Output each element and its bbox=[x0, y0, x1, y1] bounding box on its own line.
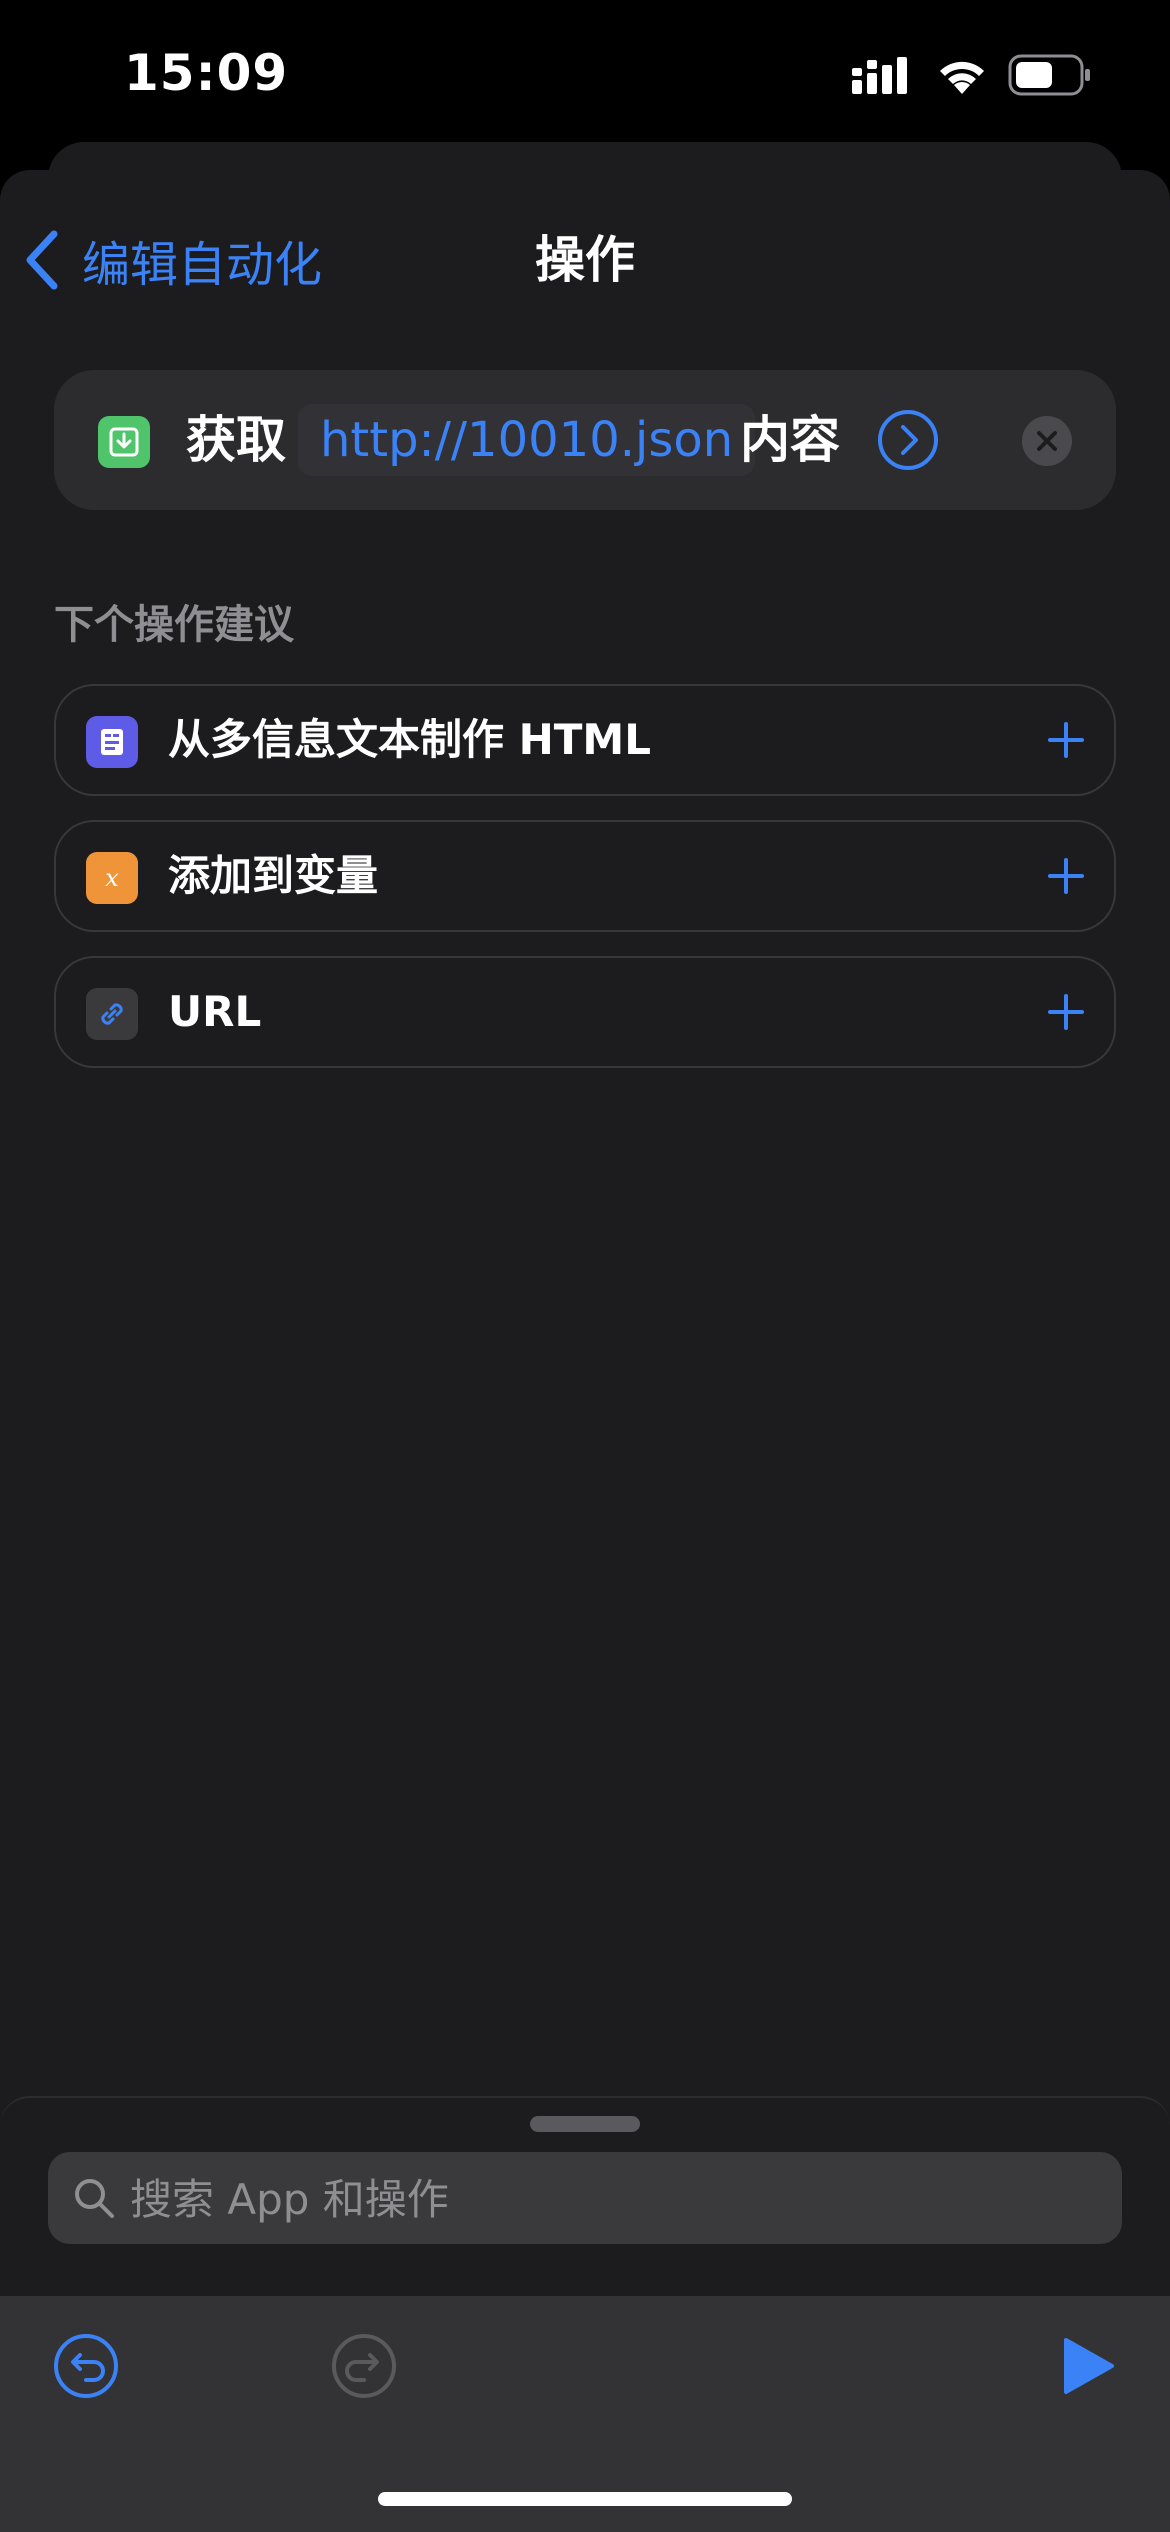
bottom-toolbar bbox=[0, 2296, 1170, 2532]
redo-icon[interactable] bbox=[330, 2332, 398, 2400]
link-icon bbox=[86, 988, 138, 1040]
download-icon bbox=[98, 416, 150, 468]
home-indicator bbox=[378, 2492, 792, 2506]
search-input[interactable] bbox=[128, 2152, 1092, 2246]
back-label: 编辑自动化 bbox=[82, 237, 323, 293]
close-icon bbox=[1037, 431, 1057, 451]
battery-icon bbox=[1008, 54, 1090, 96]
suggestion-add-to-variable[interactable]: x 添加到变量 bbox=[54, 820, 1116, 932]
suggestion-rich-text-html[interactable]: 从多信息文本制作 HTML bbox=[54, 684, 1116, 796]
search-field[interactable] bbox=[48, 2152, 1122, 2246]
url-parameter[interactable]: http://10010.json bbox=[298, 404, 756, 476]
back-button[interactable]: 编辑自动化 bbox=[24, 220, 322, 300]
suggestion-label: 添加到变量 bbox=[168, 851, 379, 900]
get-contents-action[interactable]: 获取 http://10010.json 内容 bbox=[54, 370, 1116, 510]
play-icon[interactable] bbox=[1062, 2336, 1116, 2396]
undo-icon[interactable] bbox=[52, 2332, 120, 2400]
status-bar: 15:09 bbox=[0, 0, 1170, 150]
cellular-signal-icon bbox=[852, 57, 907, 94]
action-verb: 获取 bbox=[186, 411, 286, 469]
suggestion-label: URL bbox=[168, 987, 262, 1036]
status-time: 15:09 bbox=[124, 44, 289, 102]
variable-icon: x bbox=[86, 852, 138, 904]
search-icon bbox=[75, 2179, 114, 2218]
expand-chevron-icon[interactable] bbox=[876, 408, 940, 472]
svg-text:x: x bbox=[105, 864, 119, 892]
suggestions-header: 下个操作建议 bbox=[54, 602, 294, 648]
wifi-icon bbox=[940, 61, 984, 94]
chevron-left-icon bbox=[26, 230, 58, 290]
add-icon[interactable] bbox=[1044, 718, 1088, 762]
remove-action-button[interactable] bbox=[1022, 416, 1072, 466]
suggestion-label: 从多信息文本制作 HTML bbox=[168, 715, 651, 764]
add-icon[interactable] bbox=[1044, 990, 1088, 1034]
action-noun: 内容 bbox=[740, 411, 840, 469]
rich-text-icon bbox=[86, 716, 138, 768]
suggestion-url[interactable]: URL bbox=[54, 956, 1116, 1068]
sheet-grabber[interactable] bbox=[530, 2116, 640, 2132]
add-icon[interactable] bbox=[1044, 854, 1088, 898]
